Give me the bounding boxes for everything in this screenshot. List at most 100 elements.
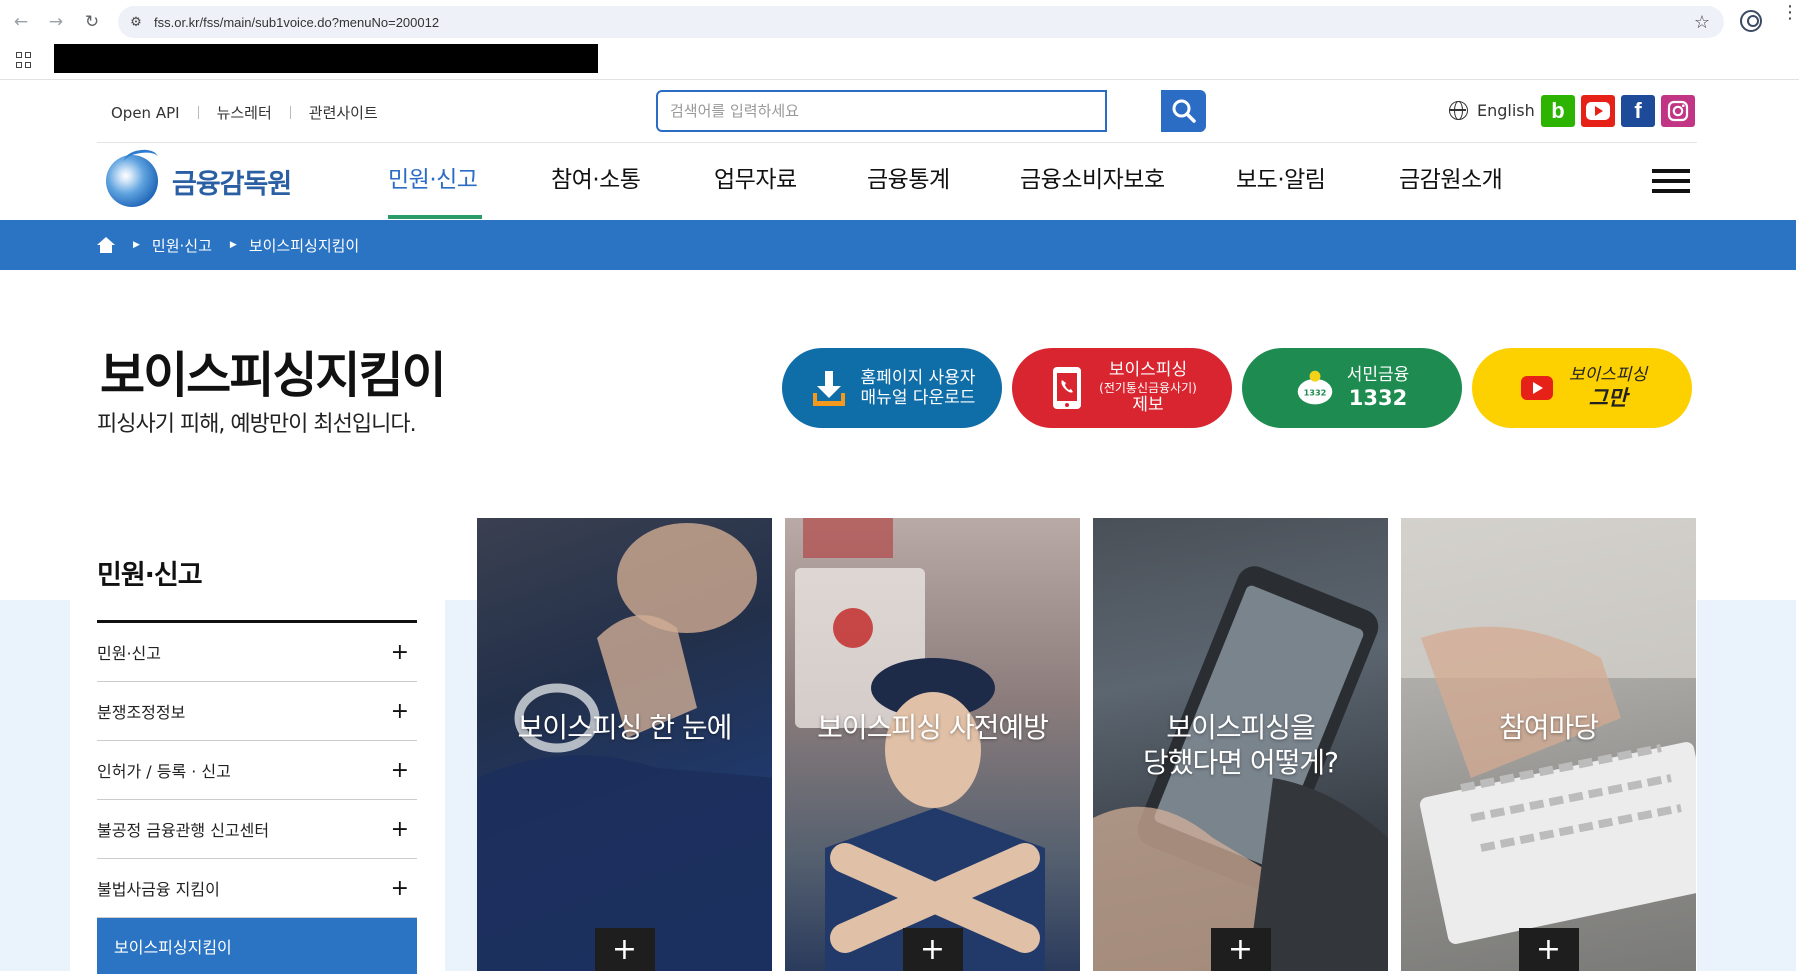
address-bar[interactable]: ⚙ fss.or.kr/fss/main/sub1voice.do?menuNo… (118, 6, 1724, 38)
card-phishing-victim-guide[interactable]: 보이스피싱을 당했다면 어떻게? + (1093, 518, 1388, 971)
plus-icon: + (390, 757, 409, 783)
util-link-open-api[interactable]: Open API (111, 104, 180, 122)
search-input[interactable] (658, 92, 1105, 130)
search-icon (1172, 99, 1196, 123)
youtube-icon[interactable] (1581, 95, 1615, 127)
card-participation[interactable]: 참여마당 + (1401, 518, 1696, 971)
section-background (445, 600, 480, 971)
side-menu-label: 불공정 금융관행 신고센터 (97, 821, 270, 840)
microfinance-1332-button[interactable]: 1332 서민금융 1332 (1242, 348, 1462, 428)
card-phishing-overview[interactable]: 보이스피싱 한 눈에 + (477, 518, 772, 971)
back-arrow-icon[interactable]: ← (8, 9, 34, 35)
side-menu-label: 분쟁조정정보 (97, 703, 186, 722)
side-menu: 민원·신고 + 분쟁조정정보 + 인허가 / 등록 · 신고 + 불공정 금융관… (97, 620, 417, 974)
gnb-item-consumer-protection[interactable]: 금융소비자보호 (1020, 160, 1165, 194)
plus-icon[interactable]: + (1518, 928, 1579, 971)
gnb-item-materials[interactable]: 업무자료 (714, 160, 797, 194)
svg-text:1332: 1332 (1303, 387, 1326, 397)
breadcrumb-item-complaints[interactable]: 민원·신고 (152, 235, 212, 256)
plus-icon: + (390, 816, 409, 842)
browser-menu-icon[interactable]: ⋮ (1781, 4, 1799, 22)
browser-toolbar: ← → ↻ ⚙ fss.or.kr/fss/main/sub1voice.do?… (0, 0, 1799, 44)
url-text: fss.or.kr/fss/main/sub1voice.do?menuNo=2… (154, 14, 440, 30)
search-field (656, 90, 1107, 132)
stop-phishing-line1: 보이스피싱 (1568, 365, 1648, 386)
side-menu-item-dispute[interactable]: 분쟁조정정보 + (97, 682, 417, 741)
phishing-report-button[interactable]: 보이스피싱 (전기통신금융사기) 제보 (1012, 348, 1232, 428)
profile-icon[interactable] (1740, 10, 1762, 32)
util-link-related-sites[interactable]: 관련사이트 (309, 102, 378, 123)
site-logo[interactable]: 금융감독원 (106, 155, 292, 207)
bookmark-star-icon[interactable]: ☆ (1694, 12, 1710, 33)
microfinance-number: 1332 (1348, 385, 1408, 410)
side-menu-item-licensing[interactable]: 인허가 / 등록 · 신고 + (97, 741, 417, 800)
reload-icon[interactable]: ↻ (79, 9, 105, 35)
search-button[interactable] (1161, 90, 1206, 132)
language-selector[interactable]: English (1449, 101, 1535, 120)
plus-icon[interactable]: + (1210, 928, 1271, 971)
side-menu-item-complaints[interactable]: 민원·신고 + (97, 623, 417, 682)
manual-download-line2: 매뉴얼 다운로드 (860, 388, 976, 408)
home-icon[interactable] (97, 237, 115, 253)
chevron-right-icon: ▶ (229, 240, 237, 250)
youtube-icon (1517, 368, 1557, 408)
hamburger-menu-icon[interactable] (1652, 169, 1690, 193)
side-menu-label: 보이스피싱지킴이 (114, 938, 232, 957)
phishing-report-line1: 보이스피싱 (1108, 360, 1188, 381)
site-info-icon[interactable]: ⚙ (124, 10, 148, 34)
side-menu-item-voice-phishing[interactable]: 보이스피싱지킴이 (97, 918, 417, 974)
gnb-item-participation[interactable]: 참여·소통 (551, 160, 641, 194)
breadcrumb-item-current[interactable]: 보이스피싱지킴이 (249, 235, 359, 256)
facebook-icon[interactable]: f (1621, 95, 1655, 127)
chevron-right-icon: ▶ (133, 240, 140, 250)
forward-arrow-icon[interactable]: → (43, 9, 69, 35)
logo-text: 금융감독원 (172, 168, 292, 200)
section-background (0, 600, 70, 971)
logo-emblem-icon (106, 155, 158, 207)
util-link-newsletter[interactable]: 뉴스레터 (217, 102, 272, 123)
card-title: 보이스피싱 사전예방 (817, 711, 1049, 744)
plus-icon: + (390, 698, 409, 724)
utility-links: Open API 뉴스레터 관련사이트 (111, 102, 378, 123)
section-background (1697, 600, 1796, 971)
stop-phishing-video-button[interactable]: 보이스피싱 그만 (1472, 348, 1692, 428)
plus-icon: + (390, 875, 409, 901)
globe-icon (1449, 101, 1468, 120)
plus-icon[interactable]: + (902, 928, 963, 971)
gnb-active-indicator (388, 215, 482, 219)
instagram-icon[interactable] (1661, 95, 1695, 127)
gnb-item-statistics[interactable]: 금융통계 (867, 160, 950, 194)
manual-download-line1: 홈페이지 사용자 (860, 367, 976, 388)
blog-icon[interactable]: b (1541, 95, 1575, 127)
download-icon (809, 368, 849, 408)
microfinance-line1: 서민금융 (1346, 365, 1410, 386)
manual-download-button[interactable]: 홈페이지 사용자 매뉴얼 다운로드 (782, 348, 1002, 428)
side-menu-label: 민원·신고 (97, 644, 161, 663)
header-divider (97, 142, 1697, 143)
language-label: English (1477, 101, 1535, 120)
side-menu-label: 불법사금융 지킴이 (97, 880, 220, 899)
card-phishing-prevention[interactable]: 보이스피싱 사전예방 + (785, 518, 1080, 971)
phishing-report-note: (전기통신금융사기) (1099, 380, 1197, 395)
card-title-line1: 보이스피싱을 (1166, 711, 1316, 744)
breadcrumb: ▶ 민원·신고 ▶ 보이스피싱지킴이 (97, 220, 359, 270)
card-title: 보이스피싱 한 눈에 (517, 711, 733, 744)
page-subtitle: 피싱사기 피해, 예방만이 최선입니다. (97, 412, 417, 437)
piggy-bank-icon: 1332 (1295, 368, 1335, 408)
side-menu-item-unfair-practice[interactable]: 불공정 금융관행 신고센터 + (97, 800, 417, 859)
breadcrumb-bar: ▶ 민원·신고 ▶ 보이스피싱지킴이 (0, 220, 1796, 270)
gnb-item-complaints[interactable]: 민원·신고 (388, 160, 478, 194)
gnb-item-about[interactable]: 금감원소개 (1399, 160, 1503, 194)
card-title: 보이스피싱을 당했다면 어떻게? (1093, 710, 1388, 780)
phishing-report-line2: 제보 (1132, 395, 1164, 416)
card-title-line2: 당했다면 어떻게? (1142, 746, 1339, 779)
apps-grid-icon[interactable] (16, 52, 32, 68)
gnb-item-news[interactable]: 보도·알림 (1236, 160, 1326, 194)
page-title: 보이스피싱지킴이 (100, 347, 447, 404)
plus-icon[interactable]: + (594, 928, 655, 971)
side-menu-title: 민원·신고 (97, 560, 203, 591)
side-menu-item-illegal-lending[interactable]: 불법사금융 지킴이 + (97, 859, 417, 918)
redacted-bookmarks (54, 44, 598, 73)
phone-icon (1047, 367, 1087, 409)
stop-phishing-line2: 그만 (1588, 385, 1628, 410)
